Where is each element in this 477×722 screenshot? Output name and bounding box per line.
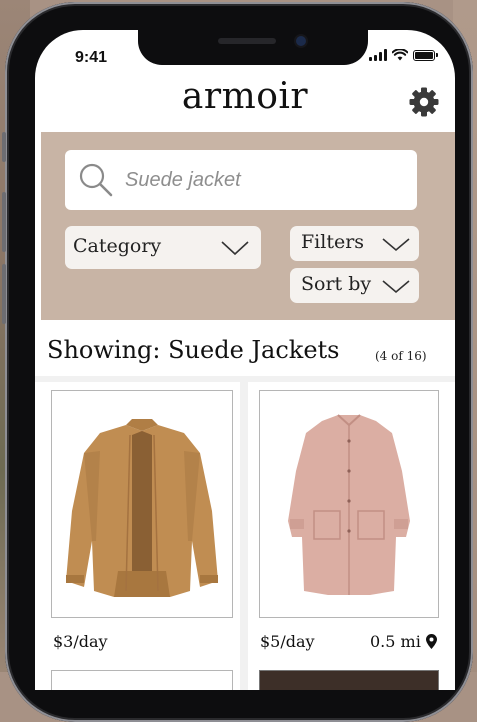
divider: [240, 382, 248, 690]
chevron-down-icon: [221, 241, 249, 256]
search-query: Suede jacket: [125, 169, 241, 191]
results-heading: Showing: Suede Jackets: [47, 336, 340, 364]
listing-card[interactable]: $5/day 0.5 mi: [248, 382, 451, 662]
notch: [138, 30, 368, 65]
category-dropdown[interactable]: Category: [65, 226, 261, 269]
filters-dropdown[interactable]: Filters: [290, 226, 419, 261]
listing-card[interactable]: $3/day: [39, 382, 240, 662]
search-icon: [79, 163, 113, 197]
sort-label: Sort by: [301, 273, 372, 295]
listing-image-next: [51, 670, 233, 690]
listing-distance: 0.5 mi: [370, 632, 421, 651]
volume-down-button: [2, 264, 6, 324]
listing-image-next: [259, 670, 439, 690]
signal-icon: [369, 49, 387, 61]
wifi-icon: [392, 49, 408, 61]
location-pin-icon: [426, 634, 437, 649]
listing-image-tan-jacket: [51, 390, 233, 618]
search-input[interactable]: Suede jacket: [65, 150, 417, 210]
results-count: (4 of 16): [375, 349, 427, 363]
speaker-grille: [218, 38, 276, 44]
chevron-down-icon: [382, 280, 410, 294]
sort-dropdown[interactable]: Sort by: [290, 268, 419, 303]
listing-price: $3/day: [53, 632, 108, 651]
mute-switch: [2, 132, 6, 162]
filters-label: Filters: [301, 231, 365, 253]
front-camera: [296, 36, 306, 46]
status-icons: [369, 49, 438, 61]
status-time: 9:41: [75, 49, 108, 66]
gear-icon[interactable]: [408, 86, 440, 118]
listing-image-pink-coat: [259, 390, 439, 618]
battery-icon: [413, 49, 438, 61]
category-label: Category: [73, 235, 162, 257]
volume-up-button: [2, 192, 6, 252]
chevron-down-icon: [382, 238, 410, 252]
app-title: armoir: [181, 76, 309, 117]
phone-screen: 9:41 armoir Suede jacket Category Filter…: [35, 30, 455, 690]
phone-frame: 9:41 armoir Suede jacket Category Filter…: [2, 2, 473, 722]
listing-price: $5/day: [260, 632, 315, 651]
